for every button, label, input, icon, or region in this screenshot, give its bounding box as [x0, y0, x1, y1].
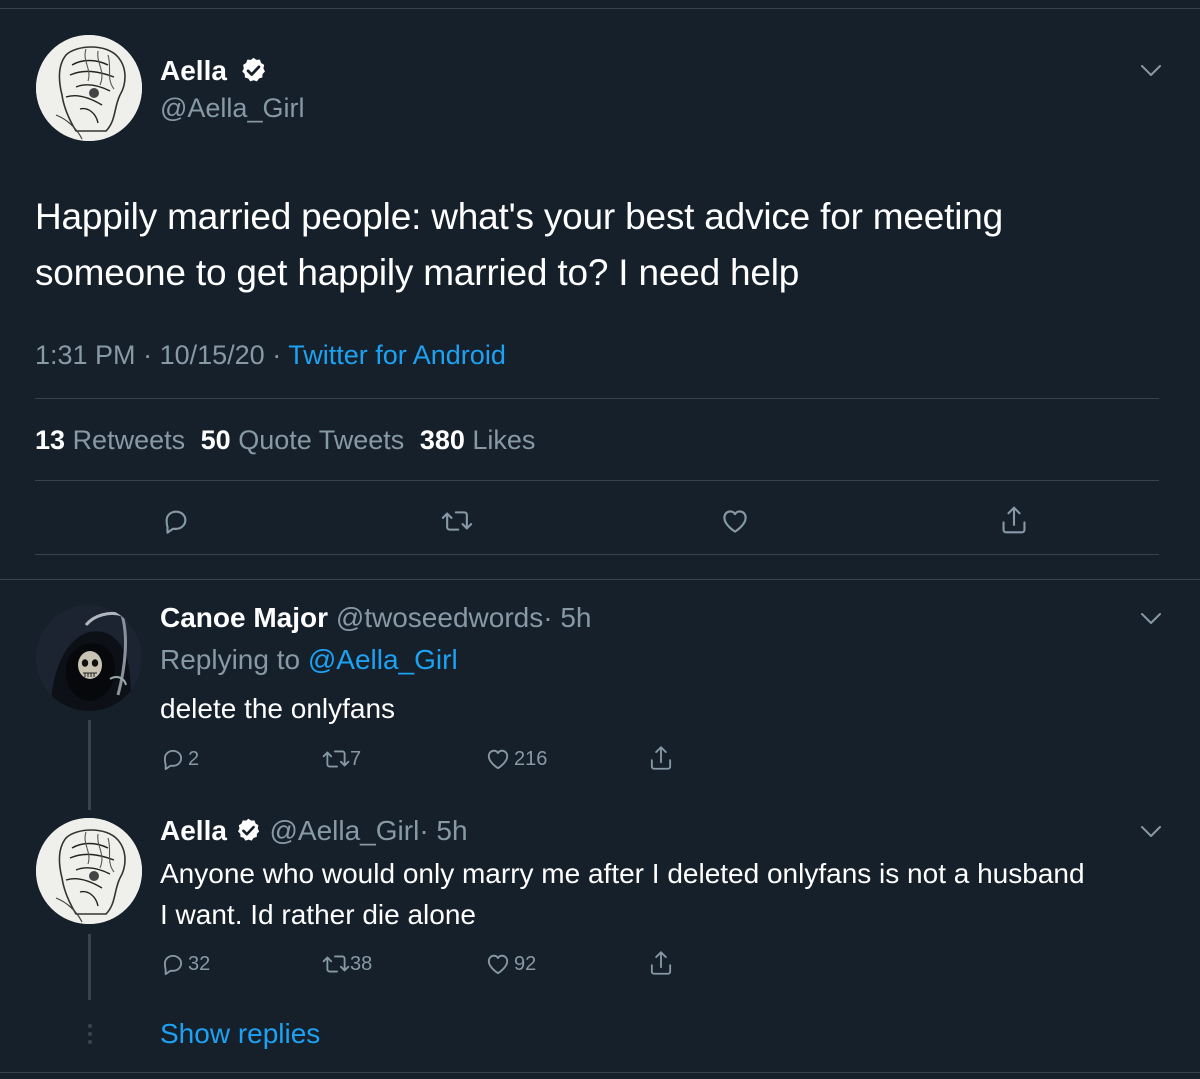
like-button[interactable]: 216 — [485, 746, 547, 772]
engagement-stats: 13 Retweets 50 Quote Tweets 380 Likes — [35, 422, 535, 458]
author-name[interactable]: Aella — [160, 815, 227, 846]
tweet-text-line: Anyone who would only marry me after I d… — [160, 858, 1085, 889]
avatar[interactable] — [36, 35, 142, 141]
heart-icon — [723, 510, 747, 533]
tweet-date[interactable]: 10/15/20 — [160, 340, 265, 370]
retweet-button[interactable]: 7 — [322, 746, 361, 772]
reply-count: 32 — [188, 952, 211, 975]
retweet-count: 38 — [350, 952, 373, 975]
share-icon — [1002, 506, 1026, 534]
heart-icon — [487, 954, 509, 975]
author-name[interactable]: Aella — [160, 54, 268, 88]
author-handle[interactable]: @Aella_Girl — [160, 91, 304, 125]
like-count: 92 — [514, 952, 537, 975]
retweet-button[interactable] — [441, 506, 473, 536]
replying-to-label: Replying to — [160, 644, 301, 675]
replying-to-handle[interactable]: @Aella_Girl — [308, 644, 458, 675]
bottom-divider — [0, 1072, 1200, 1073]
tweet-time[interactable]: 1:31 PM — [35, 340, 136, 370]
avatar[interactable] — [36, 605, 142, 711]
retweet-icon — [322, 955, 350, 973]
share-icon — [650, 951, 672, 975]
share-button[interactable] — [648, 744, 674, 772]
meta-separator: · — [272, 340, 282, 370]
main-tweet: Aella @Aella_Girl Happily married people… — [0, 9, 1200, 579]
reply-button[interactable] — [161, 506, 191, 536]
quotes-label: Quote Tweets — [238, 425, 405, 455]
divider — [35, 480, 1159, 481]
retweet-icon — [441, 511, 473, 531]
divider — [35, 398, 1159, 399]
avatar[interactable] — [36, 818, 142, 924]
retweets-label: Retweets — [72, 425, 186, 455]
tweet-text-line: Happily married people: what's your best… — [35, 196, 1004, 237]
thread-connector — [88, 934, 91, 1000]
like-button[interactable] — [720, 506, 750, 536]
chevron-down-icon[interactable] — [1140, 64, 1162, 78]
reply-button[interactable]: 2 — [160, 746, 199, 772]
chevron-down-icon[interactable] — [1140, 825, 1162, 839]
replying-to: Replying to @Aella_Girl — [160, 642, 458, 678]
reply-header: Canoe Major @twoseedwords· 5h — [160, 600, 591, 636]
tweet-text: Happily married people: what's your best… — [35, 189, 1003, 301]
likes-label: Likes — [472, 425, 536, 455]
tweet-text-line: I want. Id rather die alone — [160, 899, 476, 930]
reply-icon — [165, 510, 187, 534]
share-button[interactable] — [648, 949, 674, 977]
tweet-text-line: someone to get happily married to? I nee… — [35, 252, 800, 293]
retweets-count: 13 — [35, 425, 66, 455]
section-divider — [0, 579, 1200, 580]
verified-badge-icon — [241, 57, 265, 82]
chevron-down-icon[interactable] — [1140, 612, 1162, 626]
heart-icon — [487, 749, 509, 770]
like-button[interactable]: 92 — [485, 951, 536, 977]
retweet-count: 7 — [350, 747, 362, 770]
tweet-text: Anyone who would only marry me after I d… — [160, 853, 1170, 935]
tweet-meta: 1:31 PM · 10/15/20 · Twitter for Android — [35, 337, 506, 373]
thread-connector — [88, 720, 91, 810]
author-handle[interactable]: @Aella_Girl — [270, 815, 420, 846]
reply-icon — [163, 749, 183, 770]
quotes-stat[interactable]: 50 Quote Tweets — [201, 425, 412, 455]
tweet-time[interactable]: · 5h — [419, 815, 467, 846]
tweet-time[interactable]: · 5h — [543, 602, 591, 633]
avatar-art-icon — [36, 818, 142, 924]
verified-badge-icon — [237, 818, 259, 841]
author-name[interactable]: Canoe Major — [160, 602, 328, 633]
likes-count: 380 — [419, 425, 465, 455]
reaper-avatar-icon — [36, 605, 142, 711]
show-replies-link[interactable]: Show replies — [160, 1016, 320, 1052]
tweet-text: delete the onlyfans — [160, 693, 396, 724]
retweets-stat[interactable]: 13 Retweets — [35, 425, 193, 455]
tweet-source-link[interactable]: Twitter for Android — [288, 340, 506, 370]
reply-icon — [163, 954, 183, 975]
reply-button[interactable]: 32 — [160, 951, 210, 977]
meta-separator: · — [143, 340, 153, 370]
divider — [35, 554, 1159, 555]
quotes-count: 50 — [200, 425, 231, 455]
retweet-button[interactable]: 38 — [322, 951, 372, 977]
share-icon — [650, 746, 672, 770]
share-button[interactable] — [999, 504, 1029, 536]
avatar-art-icon — [36, 35, 142, 141]
author-name-text: Aella — [160, 55, 227, 86]
reply-header: Aella @Aella_Girl· 5h — [160, 813, 468, 849]
likes-stat[interactable]: 380 Likes — [420, 425, 536, 455]
retweet-icon — [322, 750, 350, 768]
author-handle[interactable]: @twoseedwords — [336, 602, 543, 633]
like-count: 216 — [514, 747, 548, 770]
vertical-dots-icon — [88, 1024, 92, 1044]
reply-count: 2 — [188, 747, 200, 770]
